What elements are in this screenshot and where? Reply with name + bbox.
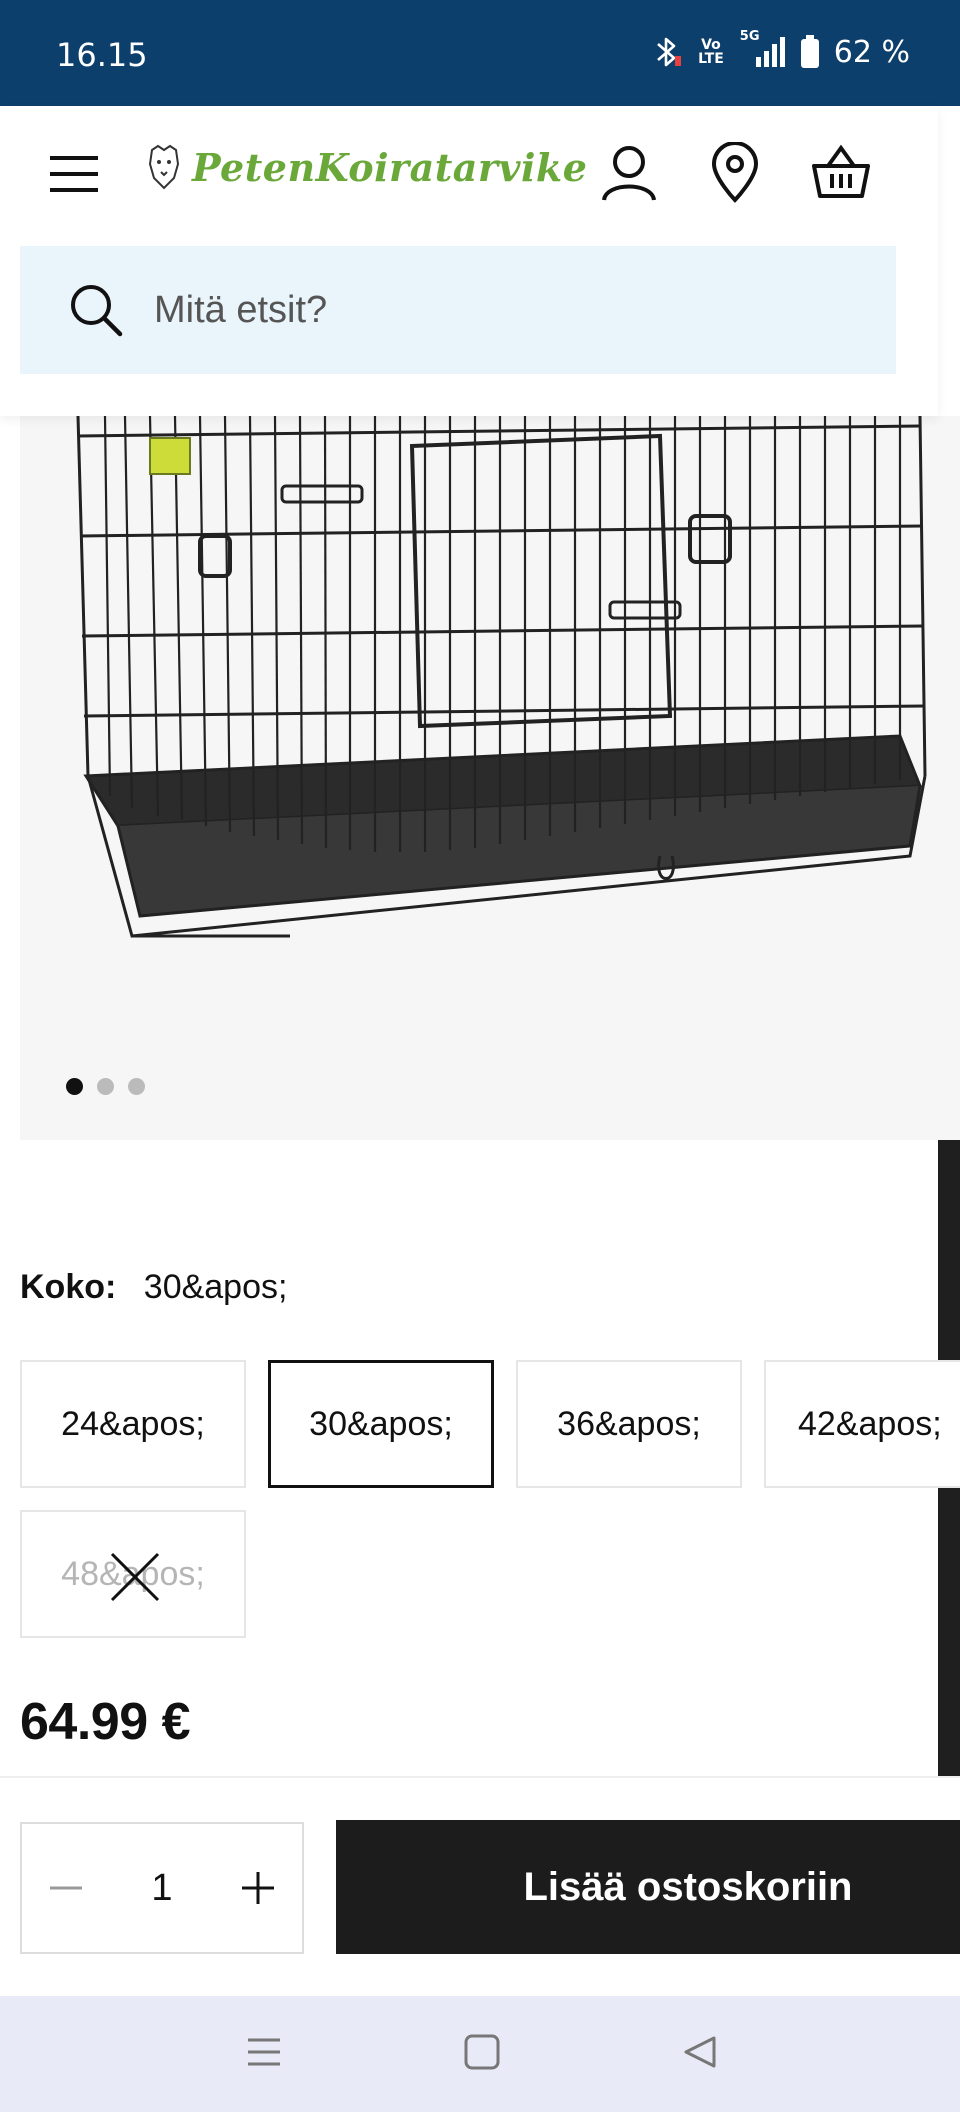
search-bar[interactable] [20,246,896,374]
quantity-value[interactable]: 1 [151,1867,172,1910]
signal-icon: 5G [738,29,786,69]
logo-text: PetenKoiratarvike [192,144,588,190]
gallery-dot-3[interactable] [128,1078,145,1095]
size-option-48[interactable]: 48&apos; [20,1510,246,1638]
product-image-dog-crate [76,416,927,938]
size-option-30[interactable]: 30&apos; [268,1360,494,1488]
gallery-dot-2[interactable] [97,1078,114,1095]
product-image-gallery[interactable] [20,416,960,1140]
size-option-42[interactable]: 42&apos; [764,1360,960,1488]
site-logo[interactable]: PetenKoiratarvike [146,144,587,190]
shopping-basket-icon[interactable] [810,142,872,204]
status-bar: 16.15 Vo LTE 5G 62 % [0,0,960,106]
status-time: 16.15 [56,36,148,74]
store-location-icon[interactable] [704,142,766,204]
search-input[interactable] [154,288,854,332]
recent-apps-icon[interactable] [246,2032,282,2072]
battery-icon [800,35,819,68]
system-navigation-bar [0,1996,960,2112]
decrease-quantity-button[interactable] [46,1868,86,1908]
size-selected-value: 30&apos; [143,1268,288,1306]
size-option-36[interactable]: 36&apos; [516,1360,742,1488]
account-icon[interactable] [598,142,660,204]
increase-quantity-button[interactable] [238,1868,278,1908]
add-to-cart-bar: 1 Lisää ostoskoriin [0,1776,960,1996]
battery-percent: 62 % [833,34,910,70]
size-option-24[interactable]: 24&apos; [20,1360,246,1488]
status-icons: Vo LTE 5G 62 % [650,29,910,70]
size-label: Koko: 30&apos; [20,1268,287,1307]
site-header: PetenKoiratarvike [0,106,938,416]
product-price: 64.99 € [20,1693,191,1751]
size-label-title: Koko: [20,1268,117,1306]
gallery-pagination [66,1078,145,1095]
unavailable-cross-icon [110,1552,160,1602]
search-icon [71,285,123,337]
bluetooth-icon [657,37,682,67]
add-to-cart-button[interactable]: Lisää ostoskoriin [336,1820,960,1954]
back-icon[interactable] [680,2032,720,2072]
volte-icon: Vo LTE [698,37,724,67]
hamburger-menu-icon[interactable] [48,152,100,196]
dog-logo-icon [148,144,180,190]
home-icon[interactable] [462,2032,502,2072]
quantity-stepper: 1 [20,1822,304,1954]
gallery-dot-1[interactable] [66,1078,83,1095]
